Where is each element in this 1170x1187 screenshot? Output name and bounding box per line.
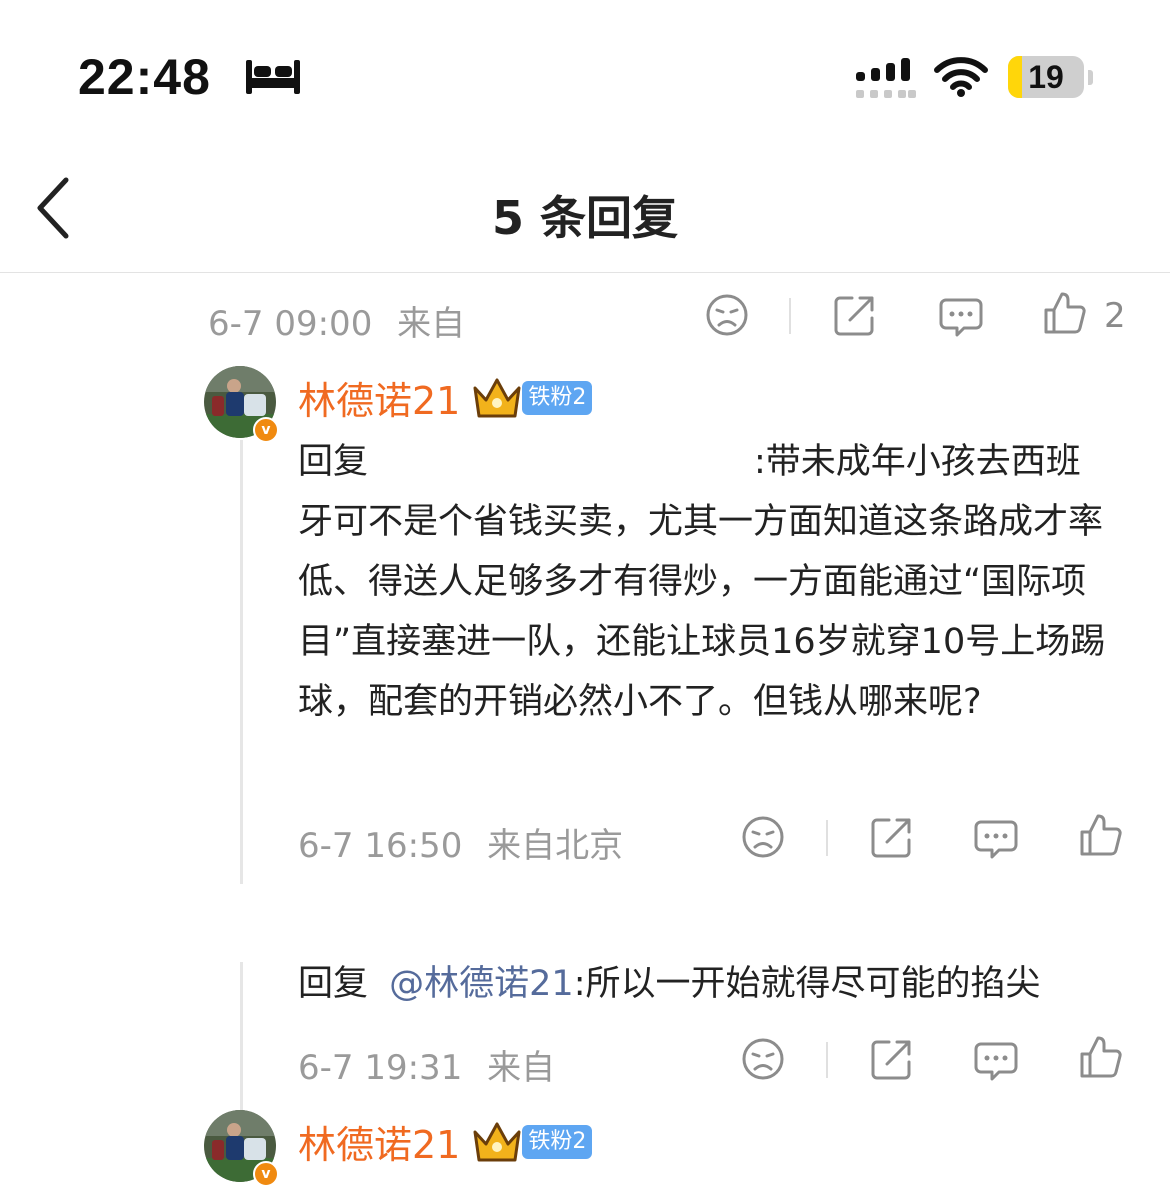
wifi-icon: [934, 57, 988, 97]
verified-badge: v: [253, 1161, 279, 1187]
like-count: 2: [1104, 296, 1126, 336]
mention-link[interactable]: @林德诺21: [389, 964, 574, 1004]
share-icon[interactable]: [869, 814, 915, 860]
page-title: 5 条回复: [491, 191, 679, 245]
reply-text-first-line: :带未成年小孩去西班: [754, 442, 1081, 482]
comment-source: 来自: [397, 304, 466, 344]
dislike-face-icon[interactable]: [740, 1036, 786, 1082]
like-thumb-icon[interactable]: [1078, 1034, 1124, 1080]
share-icon[interactable]: [832, 292, 878, 338]
dislike-face-icon[interactable]: [704, 292, 750, 338]
reply-prefix: 回复: [298, 442, 369, 482]
header-divider: [0, 272, 1170, 273]
reply-source: 来自: [487, 1048, 556, 1088]
cellular-signal-icon: [856, 58, 916, 98]
reply-source: 来自北京: [487, 826, 624, 866]
battery-percent: 19: [1028, 59, 1064, 95]
share-icon[interactable]: [869, 1036, 915, 1082]
fan-badge: 铁粉2: [522, 380, 593, 415]
verified-badge: v: [253, 417, 279, 443]
comment-date: 6-7 09:00: [208, 304, 373, 344]
thread-line: [240, 440, 243, 884]
action-separator: [826, 1042, 828, 1078]
reply-prefix: 回复: [298, 964, 369, 1004]
crown-icon: [473, 378, 521, 417]
reply-meta: 6-7 16:50 来自北京: [298, 818, 623, 867]
dislike-face-icon[interactable]: [740, 814, 786, 860]
bed-icon: [246, 60, 300, 94]
comment-meta: 6-7 09:00 来自: [208, 296, 465, 345]
comment-bubble-icon[interactable]: [973, 1038, 1019, 1084]
crown-icon: [473, 1122, 521, 1161]
action-separator: [826, 820, 828, 856]
username[interactable]: 林德诺21: [298, 1114, 460, 1169]
reply-header: 林德诺21 铁粉2: [298, 1114, 593, 1169]
action-separator: [789, 298, 791, 334]
reply-text: :所以一开始就得尽可能的掐尖: [573, 964, 1041, 1004]
reply-body: 回复 :带未成年小孩去西班 牙可不是个省钱买卖，尤其一方面知道这条路成才率低、得…: [298, 432, 1128, 732]
username[interactable]: 林德诺21: [298, 370, 460, 425]
reply-date: 6-7 16:50: [298, 826, 463, 866]
reply-body: 回复 @林德诺21:所以一开始就得尽可能的掐尖: [298, 954, 1128, 1014]
reply-date: 6-7 19:31: [298, 1048, 463, 1088]
battery-indicator: 19: [1008, 56, 1093, 100]
reply-meta: 6-7 19:31 来自: [298, 1040, 555, 1089]
like-thumb-icon[interactable]: [1078, 812, 1124, 858]
status-time: 22:48: [78, 49, 211, 105]
comment-bubble-icon[interactable]: [973, 816, 1019, 862]
reply-header: 林德诺21 铁粉2: [298, 370, 593, 425]
reply-text: 牙可不是个省钱买卖，尤其一方面知道这条路成才率低、得送人足够多才有得炒，一方面能…: [298, 502, 1106, 722]
comment-bubble-icon[interactable]: [938, 294, 984, 340]
fan-badge: 铁粉2: [522, 1124, 593, 1159]
like-thumb-icon[interactable]: [1042, 290, 1088, 336]
